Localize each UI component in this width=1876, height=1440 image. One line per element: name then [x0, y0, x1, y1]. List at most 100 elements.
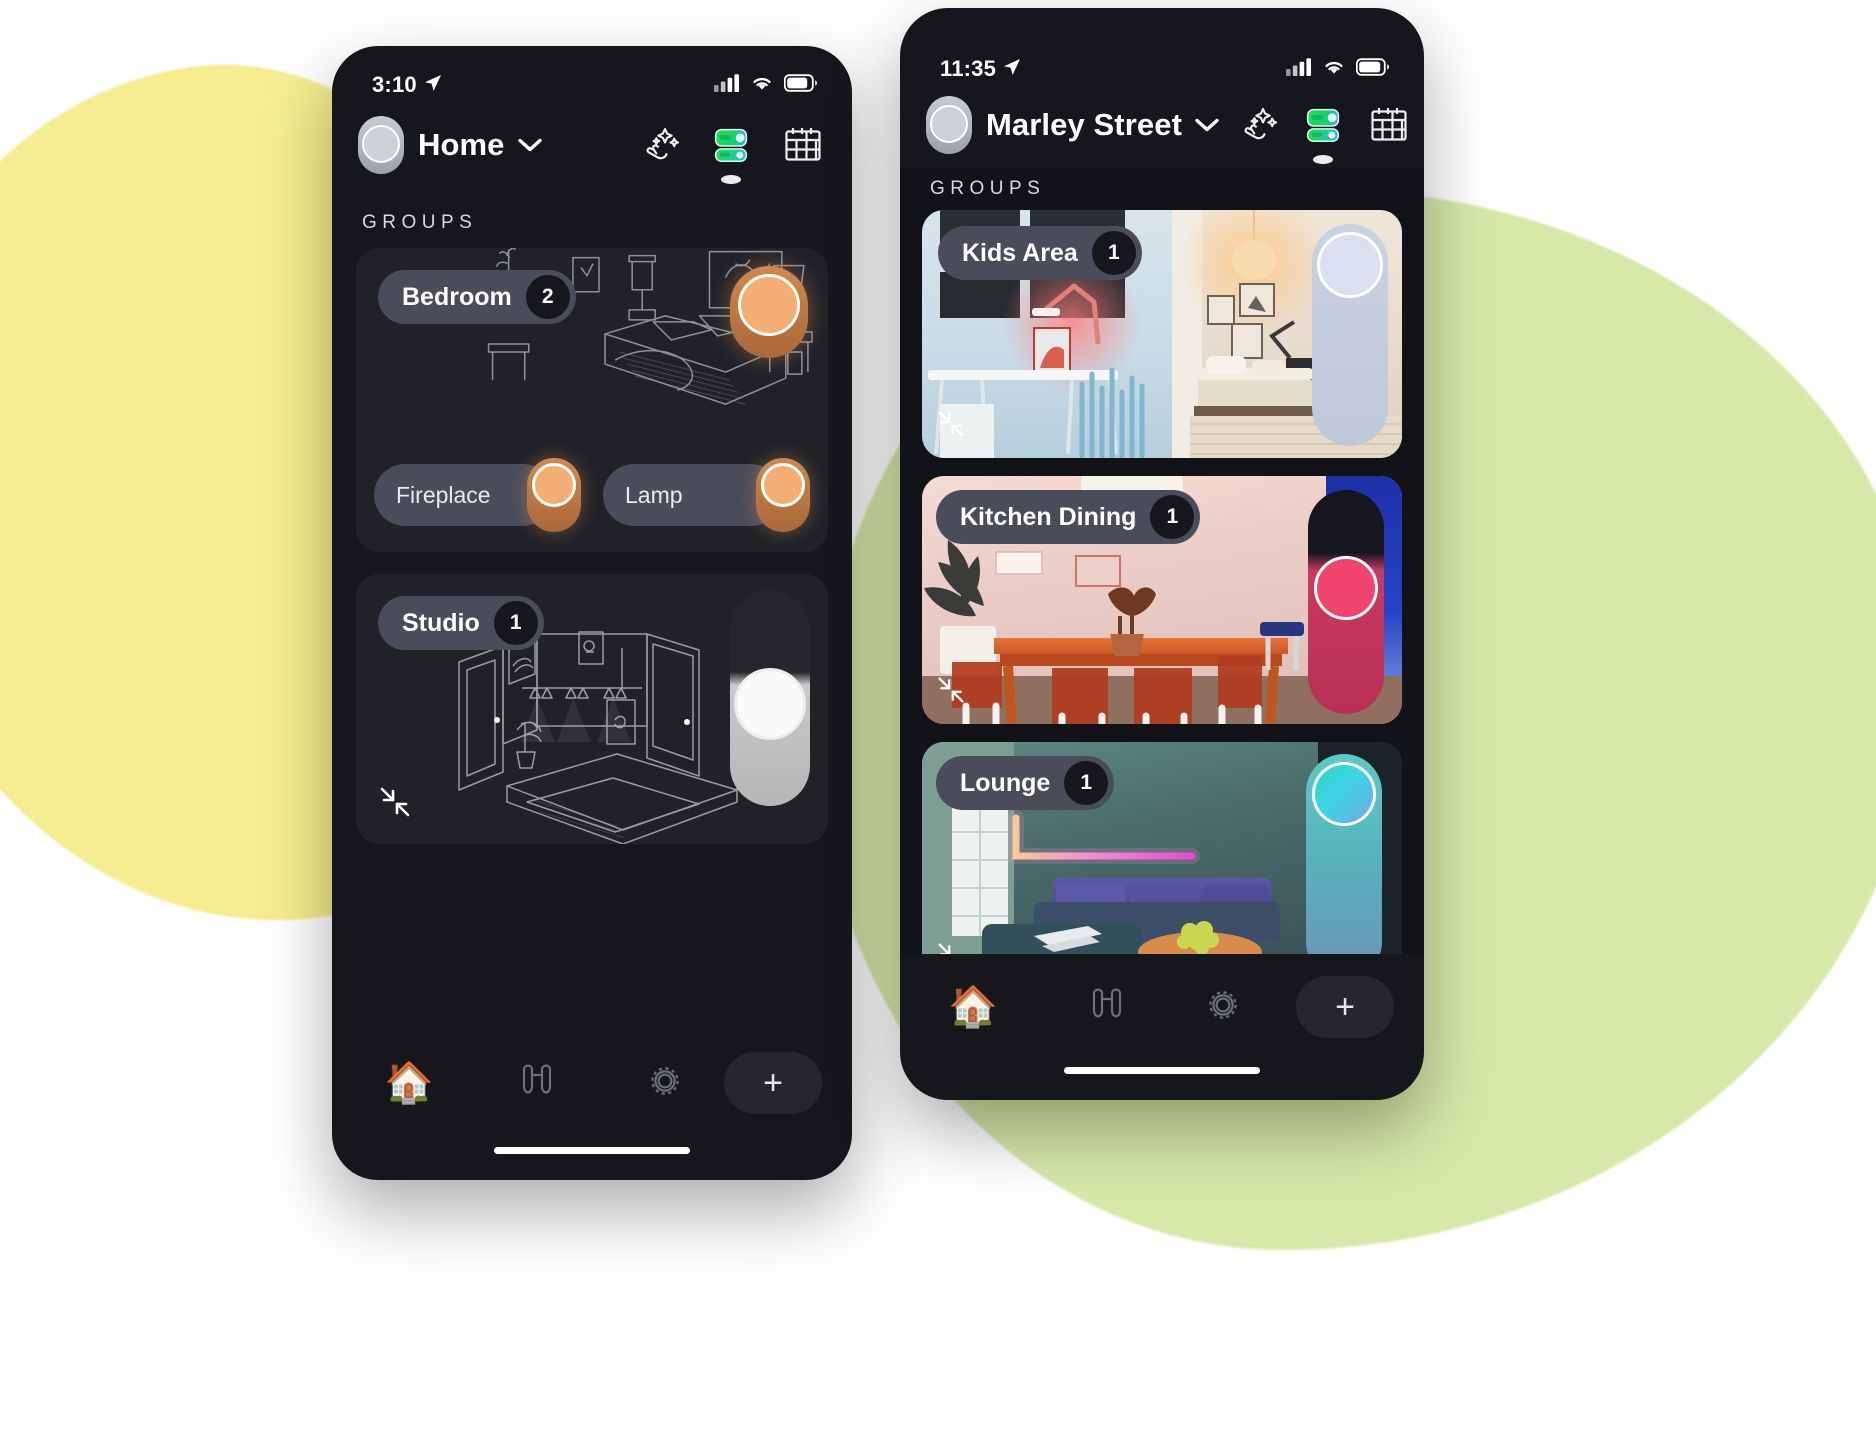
group-name-label: Lounge	[960, 768, 1051, 797]
slider-knob[interactable]	[734, 668, 806, 740]
group-name-label: Kids Area	[962, 238, 1078, 267]
device-toggle-knob[interactable]	[532, 463, 576, 507]
section-label-groups: GROUPS	[930, 178, 1046, 199]
group-name-label: Kitchen Dining	[960, 502, 1137, 531]
device-row-bedroom: Fireplace Lamp	[356, 458, 828, 552]
tabbar-right: 🏠 +	[900, 954, 1424, 1100]
group-device-count: 1	[1150, 495, 1195, 539]
group-brightness-slider[interactable]	[1312, 224, 1388, 446]
collapse-arrows-icon[interactable]	[936, 675, 966, 710]
add-button-label: +	[763, 1063, 783, 1102]
status-bar-right: 11:35	[900, 8, 1424, 82]
house-emoji-icon: 🏠	[948, 985, 998, 1030]
binoculars-icon	[1086, 987, 1128, 1028]
status-time-left: 3:10	[372, 72, 442, 98]
battery-icon	[1355, 57, 1390, 81]
page-title: Marley Street	[986, 107, 1183, 142]
add-button[interactable]: +	[724, 1052, 822, 1114]
group-card-bedroom[interactable]: Bedroom 2 Fireplace Lamp	[356, 248, 828, 552]
slider-knob[interactable]	[1317, 232, 1383, 298]
group-name-pill[interactable]: Bedroom 2	[378, 270, 576, 324]
device-lamp[interactable]: Lamp	[603, 458, 810, 532]
app-header-right: Marley Street	[900, 82, 1424, 168]
binoculars-icon	[516, 1063, 558, 1104]
group-name-pill[interactable]: Kitchen Dining 1	[936, 490, 1201, 544]
calendar-grid-icon[interactable]	[780, 122, 826, 168]
collapse-arrows-icon[interactable]	[378, 785, 412, 824]
group-brightness-slider[interactable]	[730, 590, 810, 806]
location-arrow-icon	[424, 72, 442, 98]
phone-right: 11:35 Marley Street GROUPS Kids Area 1 K…	[900, 8, 1424, 1100]
tab-settings[interactable]	[622, 1052, 708, 1114]
status-indicators-right	[1286, 57, 1390, 81]
device-fireplace[interactable]: Fireplace	[374, 458, 581, 532]
content-right: GROUPS Kids Area 1 Kitchen Dining 1 Loun…	[900, 168, 1424, 955]
magic-touch-icon[interactable]	[636, 122, 682, 168]
group-device-count: 2	[525, 275, 570, 319]
tab-discover[interactable]	[1064, 976, 1150, 1038]
page-title: Home	[418, 127, 505, 162]
section-label-groups: GROUPS	[362, 212, 478, 233]
group-card-lounge[interactable]: Lounge 1	[922, 742, 1402, 955]
content-left: GROUPS Bedroom 2 Fireplace Lamp Studio 1	[332, 194, 852, 1030]
device-toggle[interactable]	[756, 458, 810, 532]
device-name-label: Fireplace	[396, 481, 491, 508]
tab-home[interactable]: 🏠	[366, 1052, 452, 1114]
slider-knob[interactable]	[738, 274, 800, 336]
battery-icon	[783, 73, 818, 97]
group-name-label: Studio	[402, 608, 480, 637]
device-toggle[interactable]	[527, 458, 581, 532]
group-card-studio[interactable]: Studio 1	[356, 574, 828, 844]
home-indicator	[1064, 1067, 1260, 1074]
collapse-arrows-icon[interactable]	[936, 941, 966, 955]
group-brightness-slider[interactable]	[1308, 490, 1384, 714]
header-actions-right	[1234, 102, 1412, 164]
status-bar-left: 3:10	[332, 46, 852, 98]
status-time-label: 3:10	[372, 72, 417, 97]
group-brightness-slider[interactable]	[730, 266, 808, 358]
status-time-right: 11:35	[940, 56, 1021, 82]
calendar-grid-icon[interactable]	[1366, 102, 1412, 148]
group-name-pill[interactable]: Lounge 1	[936, 756, 1115, 810]
group-device-count: 1	[1091, 231, 1136, 275]
wifi-icon	[750, 74, 774, 97]
home-indicator	[494, 1147, 690, 1154]
tab-home[interactable]: 🏠	[930, 976, 1016, 1038]
tabbar-left: 🏠 +	[332, 1030, 852, 1180]
group-name-pill[interactable]: Studio 1	[378, 596, 544, 650]
collapse-arrows-icon[interactable]	[936, 409, 966, 444]
gear-icon	[644, 1060, 686, 1107]
device-name-label: Lamp	[625, 481, 683, 508]
magic-touch-icon[interactable]	[1234, 102, 1280, 148]
group-card-kids-area[interactable]: Kids Area 1	[922, 210, 1402, 458]
wifi-icon	[1322, 58, 1346, 81]
chevron-down-icon[interactable]	[517, 137, 543, 153]
tab-settings[interactable]	[1180, 976, 1266, 1038]
chevron-down-icon[interactable]	[1194, 117, 1220, 133]
group-device-count: 1	[493, 601, 538, 645]
avatar[interactable]	[358, 116, 404, 174]
cellular-signal-icon	[1286, 57, 1312, 81]
group-card-kitchen-dining[interactable]: Kitchen Dining 1	[922, 476, 1402, 724]
group-name-pill[interactable]: Kids Area 1	[938, 226, 1142, 280]
screenshot-stage: 3:10 Home GROUPS Bedroom 2 Fireplace Lam…	[0, 0, 1876, 1440]
group-device-count: 1	[1064, 761, 1109, 805]
add-button[interactable]: +	[1296, 976, 1394, 1039]
phone-left: 3:10 Home GROUPS Bedroom 2 Fireplace Lam…	[332, 46, 852, 1180]
active-tab-dot	[721, 175, 741, 184]
location-arrow-icon	[1003, 56, 1021, 82]
active-tab-dot	[1313, 155, 1334, 164]
group-brightness-slider[interactable]	[1306, 754, 1382, 955]
group-name-label: Bedroom	[402, 282, 512, 311]
header-actions-left	[636, 122, 826, 184]
add-button-label: +	[1335, 987, 1355, 1026]
tab-discover[interactable]	[494, 1052, 580, 1114]
toggles-icon[interactable]	[708, 122, 754, 184]
cellular-signal-icon	[714, 73, 740, 97]
gear-icon	[1202, 984, 1244, 1031]
toggles-icon[interactable]	[1300, 102, 1346, 164]
slider-knob[interactable]	[1314, 556, 1378, 620]
device-toggle-knob[interactable]	[761, 463, 805, 507]
avatar[interactable]	[926, 96, 972, 154]
slider-knob[interactable]	[1312, 762, 1376, 826]
